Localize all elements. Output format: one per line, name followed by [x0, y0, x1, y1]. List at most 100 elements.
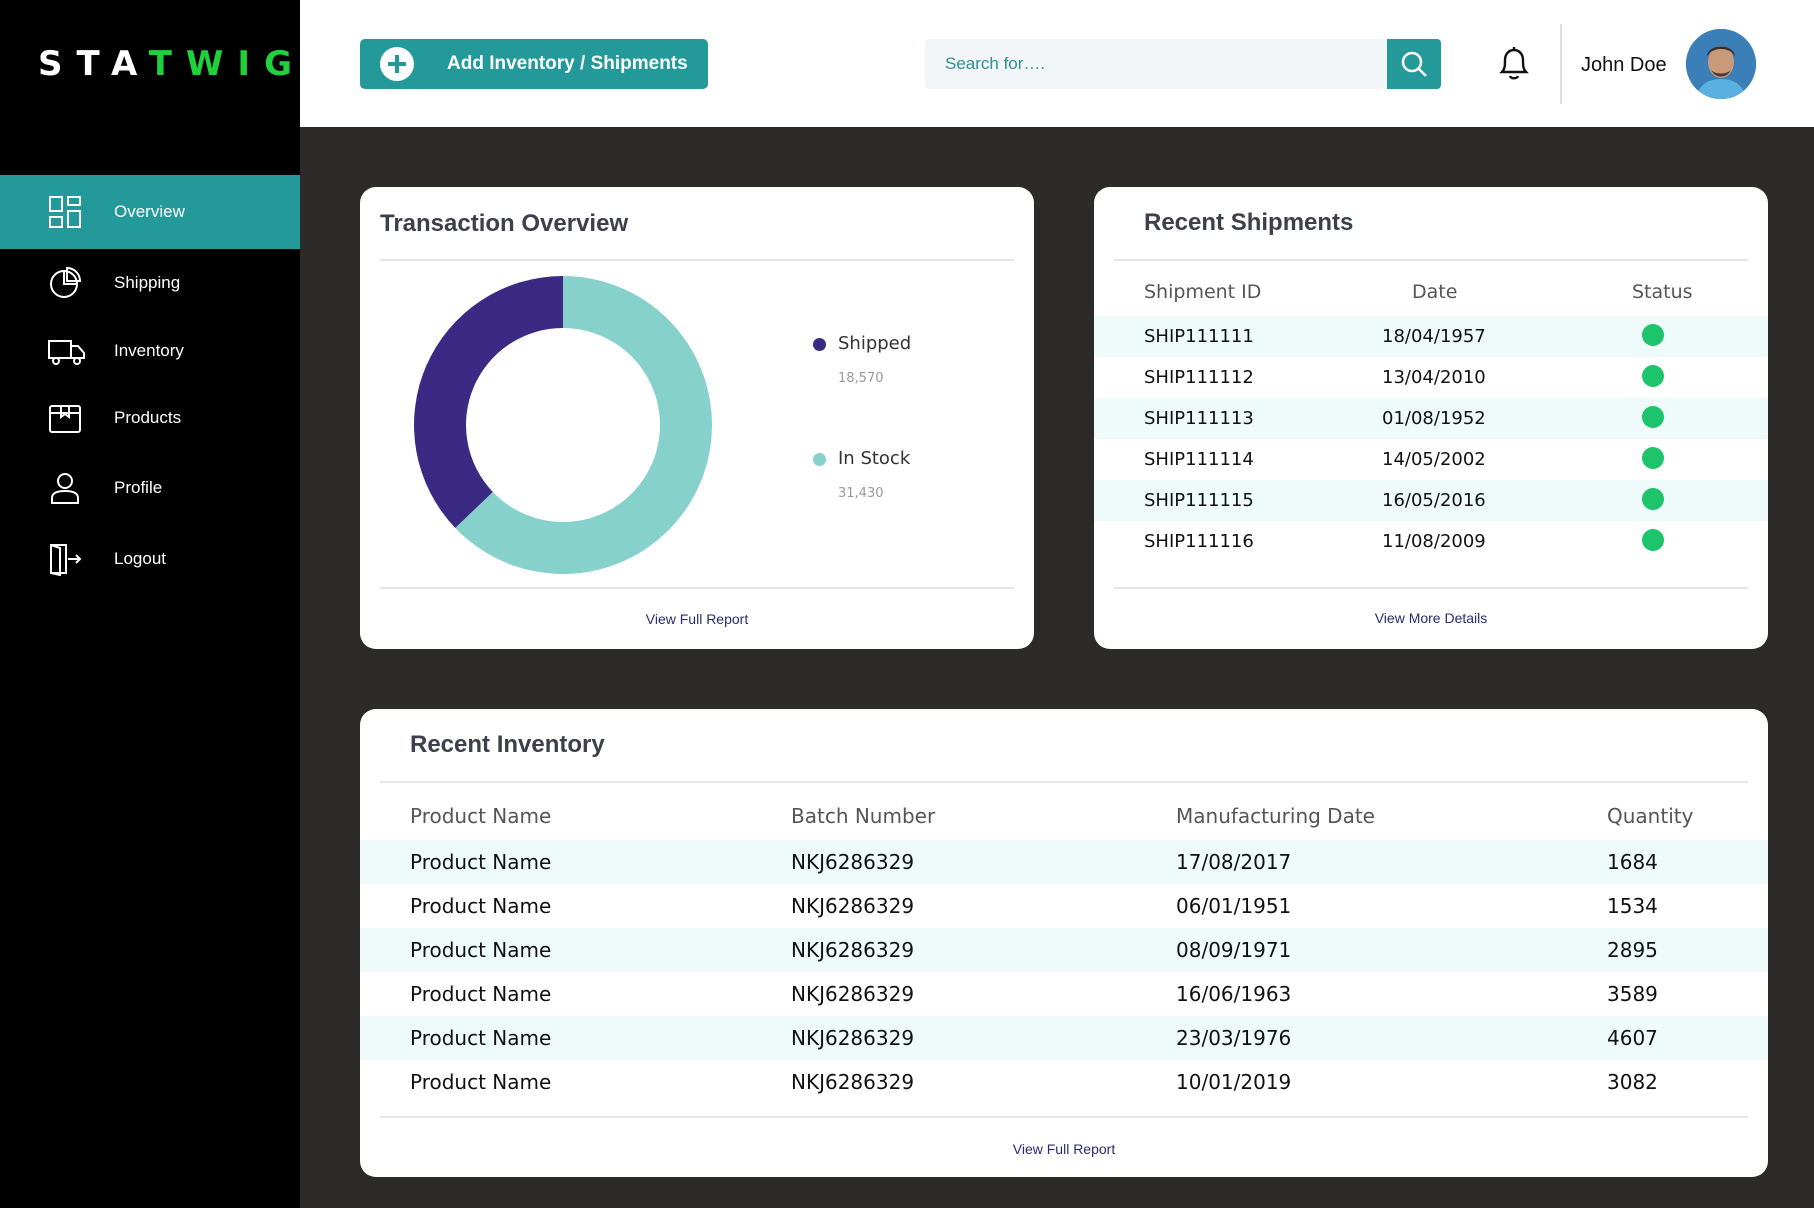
manufacturing-date-cell: 17/08/2017 — [1176, 850, 1292, 874]
table-row[interactable]: Product Name NKJ6286329 23/03/1976 4607 — [360, 1016, 1768, 1060]
shipment-id-cell: SHIP111111 — [1144, 326, 1254, 347]
legend-value-in-stock: 31,430 — [838, 486, 884, 501]
shipment-date-cell: 01/08/1952 — [1382, 408, 1486, 429]
sidebar-item-label: Shipping — [114, 273, 181, 292]
table-row[interactable]: Product Name NKJ6286329 16/06/1963 3589 — [360, 972, 1768, 1016]
shipment-id-cell: SHIP111116 — [1144, 531, 1254, 552]
table-row[interactable]: SHIP111115 16/05/2016 — [1094, 480, 1768, 521]
sidebar-item-label: Overview — [114, 202, 185, 221]
shipment-date-cell: 11/08/2009 — [1382, 531, 1486, 552]
card-title: Recent Inventory — [410, 731, 605, 758]
user-icon — [48, 471, 82, 505]
search-button[interactable] — [1387, 39, 1441, 89]
status-indicator — [1642, 488, 1664, 510]
view-full-report-link[interactable]: View Full Report — [360, 611, 1034, 627]
manufacturing-date-cell: 10/01/2019 — [1176, 1070, 1292, 1094]
recent-shipments-card: Recent Shipments Shipment ID Date Status… — [1094, 187, 1768, 649]
grid-icon — [48, 195, 82, 229]
column-header-date: Date — [1412, 281, 1458, 303]
truck-icon — [48, 334, 85, 368]
shipment-date-cell: 18/04/1957 — [1382, 326, 1486, 347]
quantity-cell: 4607 — [1607, 1026, 1658, 1050]
donut-chart — [414, 276, 712, 574]
product-name-cell: Product Name — [410, 850, 552, 874]
status-indicator — [1642, 447, 1664, 469]
card-title: Recent Shipments — [1144, 209, 1354, 236]
divider — [380, 587, 1014, 589]
manufacturing-date-cell: 16/06/1963 — [1176, 982, 1292, 1006]
notification-bell-icon[interactable] — [1497, 45, 1531, 81]
batch-number-cell: NKJ6286329 — [791, 938, 915, 962]
column-header-shipment-id: Shipment ID — [1144, 281, 1262, 303]
quantity-cell: 2895 — [1607, 938, 1658, 962]
sidebar-item-logout[interactable]: Logout — [0, 522, 300, 596]
sidebar-item-inventory[interactable]: Inventory — [0, 314, 300, 388]
column-header-manufacturing-date: Manufacturing Date — [1176, 804, 1375, 828]
table-row[interactable]: Product Name NKJ6286329 10/01/2019 3082 — [360, 1060, 1768, 1104]
search-bar — [925, 39, 1441, 89]
status-indicator — [1642, 365, 1664, 387]
view-full-report-link[interactable]: View Full Report — [360, 1141, 1768, 1157]
logo: STATWIG — [38, 44, 306, 84]
shipment-date-cell: 16/05/2016 — [1382, 490, 1486, 511]
shipment-id-cell: SHIP111115 — [1144, 490, 1254, 511]
table-row[interactable]: SHIP111111 18/04/1957 — [1094, 316, 1768, 357]
batch-number-cell: NKJ6286329 — [791, 982, 915, 1006]
sidebar-item-label: Products — [114, 408, 182, 427]
column-header-quantity: Quantity — [1607, 804, 1694, 828]
divider — [1114, 587, 1748, 589]
table-row[interactable]: SHIP111114 14/05/2002 — [1094, 439, 1768, 480]
view-more-details-link[interactable]: View More Details — [1094, 610, 1768, 626]
username: John Doe — [1581, 54, 1667, 76]
legend-value-shipped: 18,570 — [838, 371, 884, 386]
batch-number-cell: NKJ6286329 — [791, 1026, 915, 1050]
manufacturing-date-cell: 06/01/1951 — [1176, 894, 1292, 918]
search-icon — [1401, 51, 1427, 77]
pie-chart-icon — [48, 266, 82, 300]
sidebar: STATWIG Overview Shipping Inventory Prod… — [0, 0, 300, 1208]
product-name-cell: Product Name — [410, 894, 552, 918]
card-title: Transaction Overview — [380, 210, 629, 237]
divider — [1114, 259, 1748, 261]
column-header-batch-number: Batch Number — [791, 804, 936, 828]
box-icon — [48, 401, 82, 435]
avatar[interactable] — [1686, 29, 1756, 99]
product-name-cell: Product Name — [410, 1070, 552, 1094]
manufacturing-date-cell: 08/09/1971 — [1176, 938, 1292, 962]
donut-slice-shipped — [414, 276, 563, 528]
shipment-id-cell: SHIP111112 — [1144, 367, 1254, 388]
column-header-product-name: Product Name — [410, 804, 552, 828]
shipment-id-cell: SHIP111113 — [1144, 408, 1254, 429]
search-input[interactable] — [925, 39, 1387, 89]
table-row[interactable]: SHIP111113 01/08/1952 — [1094, 398, 1768, 439]
table-row[interactable]: Product Name NKJ6286329 06/01/1951 1534 — [360, 884, 1768, 928]
sidebar-item-shipping[interactable]: Shipping — [0, 246, 300, 320]
divider — [380, 1116, 1748, 1118]
header-divider — [1560, 24, 1562, 104]
legend-dot-in-stock — [813, 453, 826, 466]
table-row[interactable]: Product Name NKJ6286329 17/08/2017 1684 — [360, 840, 1768, 884]
product-name-cell: Product Name — [410, 1026, 552, 1050]
table-row[interactable]: Product Name NKJ6286329 08/09/1971 2895 — [360, 928, 1768, 972]
batch-number-cell: NKJ6286329 — [791, 1070, 915, 1094]
status-indicator — [1642, 529, 1664, 551]
sidebar-item-products[interactable]: Products — [0, 381, 300, 455]
table-row[interactable]: SHIP111116 11/08/2009 — [1094, 521, 1768, 562]
table-row[interactable]: SHIP111112 13/04/2010 — [1094, 357, 1768, 398]
sidebar-item-overview[interactable]: Overview — [0, 175, 300, 249]
product-name-cell: Product Name — [410, 938, 552, 962]
shipment-date-cell: 14/05/2002 — [1382, 449, 1486, 470]
sidebar-item-profile[interactable]: Profile — [0, 451, 300, 525]
quantity-cell: 1534 — [1607, 894, 1658, 918]
transaction-overview-card: Transaction Overview Shipped 18,570 In S… — [360, 187, 1034, 649]
add-inventory-shipments-button[interactable]: Add Inventory / Shipments — [360, 39, 708, 89]
legend-label-shipped: Shipped — [838, 333, 912, 354]
status-indicator — [1642, 406, 1664, 428]
product-name-cell: Product Name — [410, 982, 552, 1006]
plus-circle-icon — [380, 47, 414, 81]
quantity-cell: 3082 — [1607, 1070, 1658, 1094]
divider — [380, 259, 1014, 261]
logout-icon — [48, 542, 82, 576]
sidebar-item-label: Profile — [114, 478, 163, 497]
divider — [380, 781, 1748, 783]
